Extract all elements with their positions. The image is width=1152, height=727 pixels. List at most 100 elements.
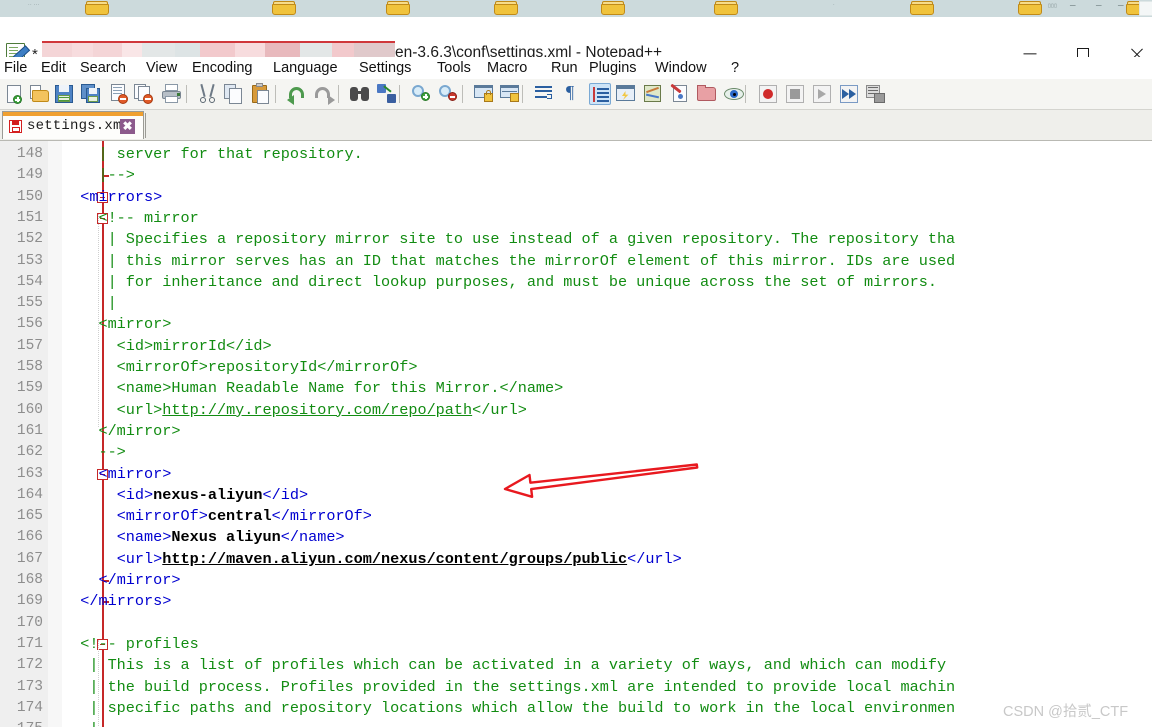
code-line: | specific paths and repository location… <box>62 698 955 719</box>
code-span: <mirror> <box>62 315 172 334</box>
code-span: </url> <box>472 400 527 419</box>
monitoring-icon[interactable] <box>723 83 745 105</box>
word-wrap-icon[interactable] <box>533 83 555 105</box>
mosaic-tile <box>72 43 93 57</box>
zoom-out-icon[interactable] <box>437 83 459 105</box>
line-number: 150 <box>16 188 43 205</box>
undo-icon[interactable] <box>286 83 308 105</box>
code-span: | for inheritance and direct lookup purp… <box>62 272 937 291</box>
notepadpp-window: ·· ··· · ▯▯▯ – – – * en-3.6.3\conf\settings.x… <box>0 0 1152 727</box>
save-icon[interactable] <box>53 83 75 105</box>
close-all-files-icon[interactable] <box>133 83 155 105</box>
show-all-characters-icon[interactable]: ¶ <box>561 82 583 105</box>
background-window-control: – <box>1118 0 1124 11</box>
code-span: </mirror> <box>62 421 181 440</box>
code-span <box>62 528 117 546</box>
fold-margin[interactable] <box>48 141 109 727</box>
play-macro-icon[interactable] <box>811 83 833 105</box>
code-span: central <box>207 507 272 526</box>
csdn-watermark: CSDN @拾贰_CTF <box>1003 704 1129 720</box>
find-icon[interactable] <box>349 83 371 105</box>
menu-item-[interactable]: ? <box>731 58 739 78</box>
close-file-icon[interactable] <box>108 83 130 105</box>
open-file-icon[interactable] <box>28 83 50 105</box>
menu-item-tools[interactable]: Tools <box>437 58 471 78</box>
save-macro-icon[interactable] <box>865 83 887 105</box>
background-folder-icon <box>714 1 738 15</box>
toolbar-separator <box>745 85 746 103</box>
line-number: 148 <box>16 146 43 162</box>
menu-item-macro[interactable]: Macro <box>487 58 527 78</box>
code-line: </mirror> <box>62 421 180 442</box>
code-span: <id>mirrorId</id> <box>62 336 272 355</box>
code-span <box>62 550 117 568</box>
zoom-in-icon[interactable] <box>410 83 432 105</box>
code-span: <name> <box>116 528 172 547</box>
menu-item-window[interactable]: Window <box>655 58 707 78</box>
code-line: <url>http://maven.aliyun.com/nexus/conte… <box>62 549 682 570</box>
line-number: 167 <box>16 550 43 567</box>
mosaic-tile <box>265 43 300 57</box>
menu-item-settings[interactable]: Settings <box>359 58 411 78</box>
background-folder-icon <box>386 1 410 15</box>
redo-icon[interactable] <box>312 83 335 105</box>
line-number: 152 <box>16 231 43 248</box>
line-number: 169 <box>16 593 43 610</box>
code-line: </mirror> <box>62 570 180 591</box>
menu-bar: File Edit Search View Encoding Language Settin… <box>0 57 1152 79</box>
code-line: | <box>62 719 98 727</box>
code-span: <mirrorOf> <box>116 507 208 526</box>
code-span: </id> <box>262 485 309 504</box>
stop-macro-icon[interactable] <box>784 83 806 105</box>
indent-guide-icon[interactable] <box>589 83 611 105</box>
replace-icon[interactable] <box>376 83 398 105</box>
menu-item-run[interactable]: Run <box>551 58 578 78</box>
menu-item-edit[interactable]: Edit <box>41 58 66 78</box>
indent-guide <box>98 639 100 727</box>
document-map-icon[interactable] <box>642 83 664 105</box>
folder-as-workspace-icon[interactable] <box>696 83 718 105</box>
new-file-icon[interactable] <box>4 83 26 105</box>
function-list-icon[interactable] <box>669 83 691 105</box>
background-folder-icon <box>1018 1 1042 15</box>
record-macro-icon[interactable] <box>757 83 779 105</box>
tab-active-accent <box>3 112 143 116</box>
code-text[interactable]: | server for that repository. |--> <mirr… <box>62 141 1152 727</box>
code-line: | server for that repository. <box>62 144 362 165</box>
background-folder-icon <box>272 1 296 15</box>
menu-item-plugins[interactable]: Plugins <box>589 58 637 78</box>
line-number: 156 <box>16 316 43 333</box>
menu-item-language[interactable]: Language <box>273 58 338 78</box>
sync-vertical-scroll-icon[interactable] <box>473 83 495 105</box>
line-number: 160 <box>16 401 43 418</box>
print-icon[interactable] <box>161 83 183 105</box>
menu-item-search[interactable]: Search <box>80 58 126 78</box>
save-all-icon[interactable] <box>80 83 102 105</box>
editor-area[interactable]: 148 149 150 151 152 153 154 155 156 157 158 159 160 1… <box>0 141 1152 727</box>
tab-settings-xml[interactable]: settings.xml ✖ <box>2 111 144 139</box>
code-line: | Specifies a repository mirror site to … <box>62 229 956 250</box>
background-window-control <box>1139 1 1152 16</box>
copy-icon[interactable] <box>223 83 245 105</box>
line-number: 170 <box>16 614 43 631</box>
user-defined-dialog-icon[interactable] <box>615 83 637 105</box>
cut-icon[interactable] <box>197 83 219 105</box>
background-ghost-text: ·· ··· <box>28 2 40 8</box>
sync-horizontal-scroll-icon[interactable] <box>499 83 521 105</box>
code-line: | This is a list of profiles which can b… <box>62 655 946 676</box>
line-number: 164 <box>16 486 43 503</box>
line-number: 162 <box>16 444 43 461</box>
background-folder-icon <box>494 1 518 15</box>
unsaved-floppy-icon <box>9 120 22 133</box>
paste-icon[interactable] <box>250 83 272 105</box>
code-span <box>62 507 117 525</box>
mosaic-tile <box>235 43 265 57</box>
line-number: 161 <box>16 422 43 439</box>
mosaic-tile <box>93 43 122 57</box>
tab-close-icon[interactable]: ✖ <box>120 119 135 134</box>
menu-item-file[interactable]: File <box>4 58 27 78</box>
menu-item-encoding[interactable]: Encoding <box>192 58 252 78</box>
menu-item-view[interactable]: View <box>146 58 177 78</box>
code-span: <!-- mirror <box>62 208 199 227</box>
run-macro-multiple-icon[interactable] <box>838 83 860 105</box>
